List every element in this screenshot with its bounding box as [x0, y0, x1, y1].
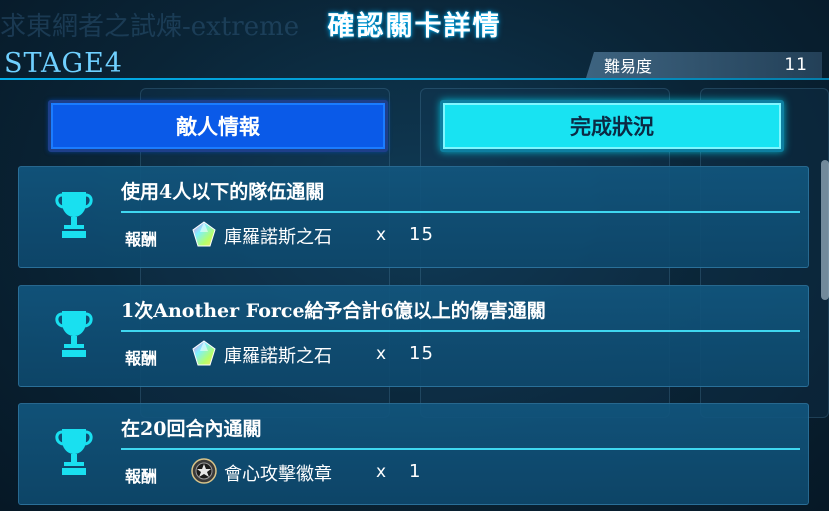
reward-label: 報酬 [125, 467, 158, 486]
reward-multiplier: x [376, 344, 387, 364]
trophy-icon [55, 192, 93, 238]
mission-title: 在20回合內通關 [121, 418, 262, 440]
mission-title: 1次Another Force給予合計6億以上的傷害通關 [121, 300, 546, 322]
difficulty-value: 11 [784, 55, 808, 75]
mission-card: 在20回合內通關 報酬 會心攻擊徽章 x 1 [18, 403, 809, 505]
reward-name: 庫羅諾斯之石 [224, 346, 332, 367]
reward-quantity: 15 [409, 224, 434, 245]
mission-card: 1次Another Force給予合計6億以上的傷害通關 報酬 庫羅諾斯之石 x… [18, 285, 809, 387]
chronos-stone-icon [192, 340, 216, 366]
reward-multiplier: x [376, 225, 387, 245]
trophy-icon [55, 311, 93, 357]
reward-label: 報酬 [125, 349, 158, 368]
mission-divider [121, 330, 800, 332]
critical-badge-icon [191, 458, 217, 484]
reward-name: 會心攻擊徽章 [224, 464, 332, 485]
stage-label: STAGE4 [4, 48, 123, 79]
page-title: 確認關卡詳情 [327, 11, 502, 42]
mission-divider [121, 448, 800, 450]
tab-enemy-info[interactable]: 敵人情報 [48, 100, 388, 152]
mission-divider [121, 211, 800, 213]
trophy-icon [55, 429, 93, 475]
mission-title: 使用4人以下的隊伍通關 [121, 181, 325, 203]
difficulty-badge: 難易度 11 [586, 52, 822, 78]
tab-enemy-info-label: 敵人情報 [176, 115, 260, 139]
header-divider [0, 78, 829, 80]
reward-quantity: 1 [409, 461, 422, 482]
tab-completion-status-label: 完成狀況 [570, 115, 654, 139]
reward-quantity: 15 [409, 343, 434, 364]
mission-card: 使用4人以下的隊伍通關 報酬 庫羅諾斯之石 x 15 [18, 166, 809, 268]
difficulty-label: 難易度 [604, 57, 653, 76]
scrollbar[interactable] [821, 160, 829, 300]
reward-multiplier: x [376, 462, 387, 482]
reward-label: 報酬 [125, 230, 158, 249]
reward-name: 庫羅諾斯之石 [224, 227, 332, 248]
tab-completion-status[interactable]: 完成狀況 [440, 100, 784, 152]
chronos-stone-icon [192, 221, 216, 247]
